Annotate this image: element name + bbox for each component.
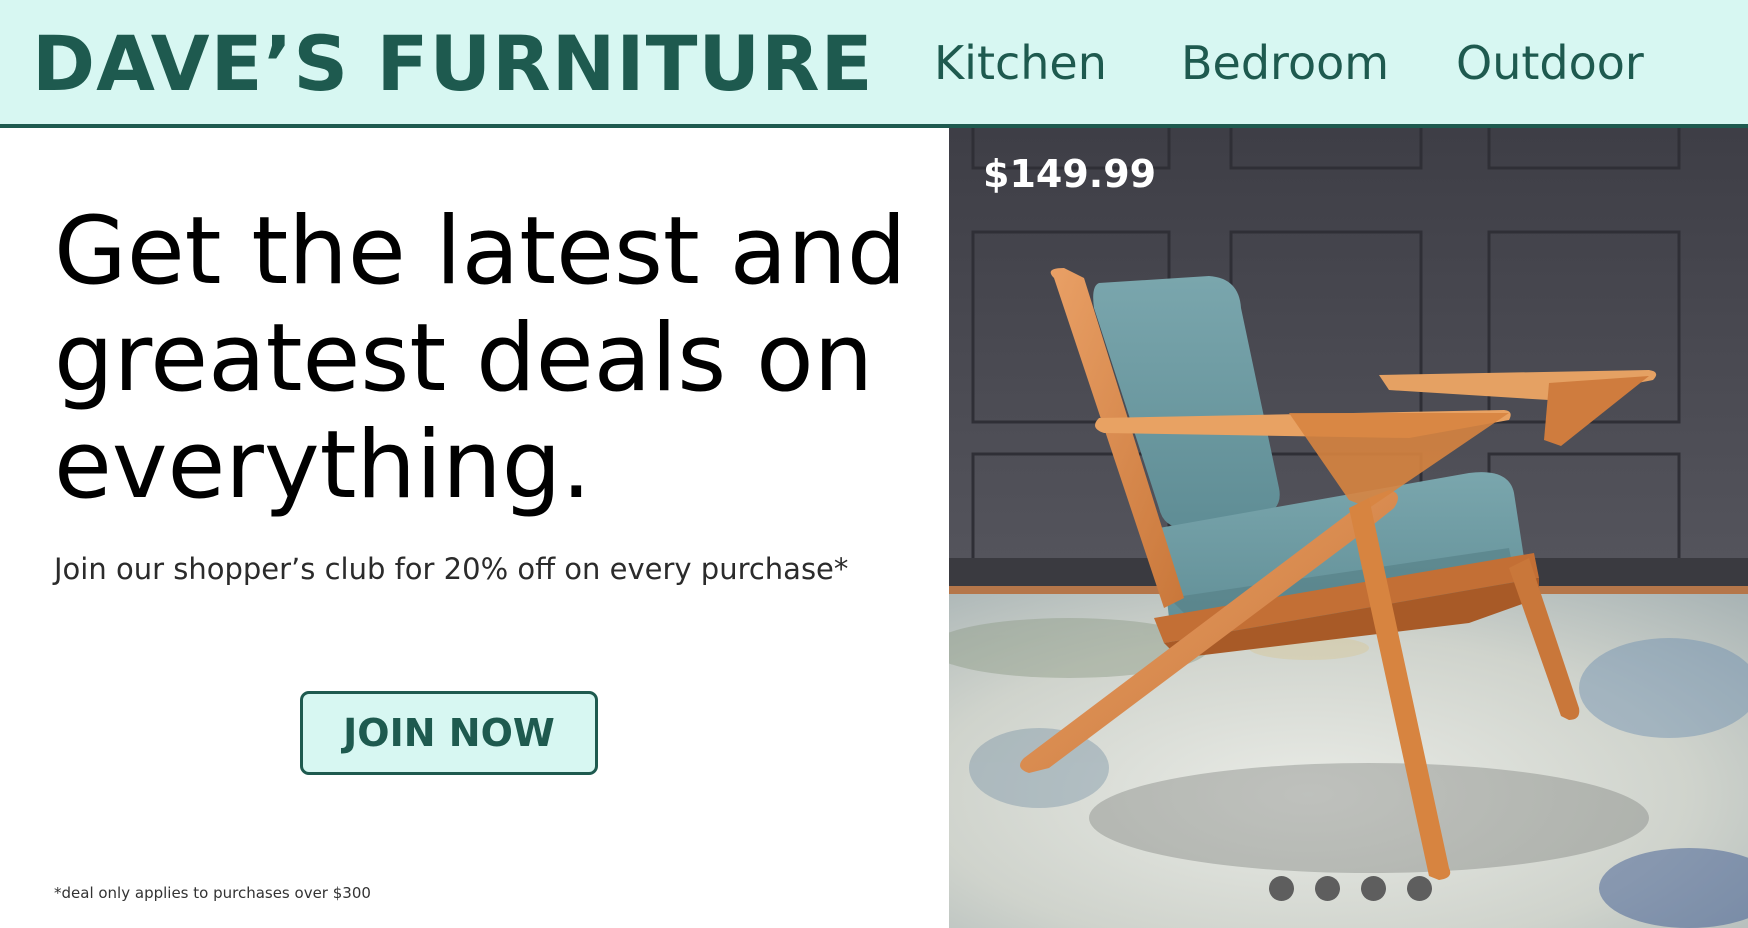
site-header: DAVE’S FURNITURE Kitchen Bedroom Outdoor — [0, 0, 1748, 128]
promo-footnote: *deal only applies to purchases over $30… — [54, 884, 371, 902]
carousel-dot-3[interactable] — [1361, 876, 1386, 901]
carousel-dot-2[interactable] — [1315, 876, 1340, 901]
main-nav: Kitchen Bedroom Outdoor — [0, 34, 1748, 94]
price-tag: $149.99 — [983, 152, 1157, 196]
carousel-dot-4[interactable] — [1407, 876, 1432, 901]
promo-headline: Get the latest and greatest deals on eve… — [54, 197, 907, 520]
nav-item-bedroom[interactable]: Bedroom — [1181, 34, 1389, 94]
promo-panel: Get the latest and greatest deals on eve… — [0, 128, 949, 928]
promo-subline: Join our shopper’s club for 20% off on e… — [54, 552, 849, 586]
carousel-dot-1[interactable] — [1269, 876, 1294, 901]
carousel-dots — [1269, 876, 1469, 902]
nav-item-kitchen[interactable]: Kitchen — [934, 34, 1107, 94]
chair-product-image[interactable] — [949, 128, 1748, 928]
hero-carousel: $149.99 — [949, 128, 1748, 928]
nav-item-outdoor[interactable]: Outdoor — [1456, 34, 1644, 94]
join-now-button[interactable]: JOIN NOW — [300, 691, 598, 775]
